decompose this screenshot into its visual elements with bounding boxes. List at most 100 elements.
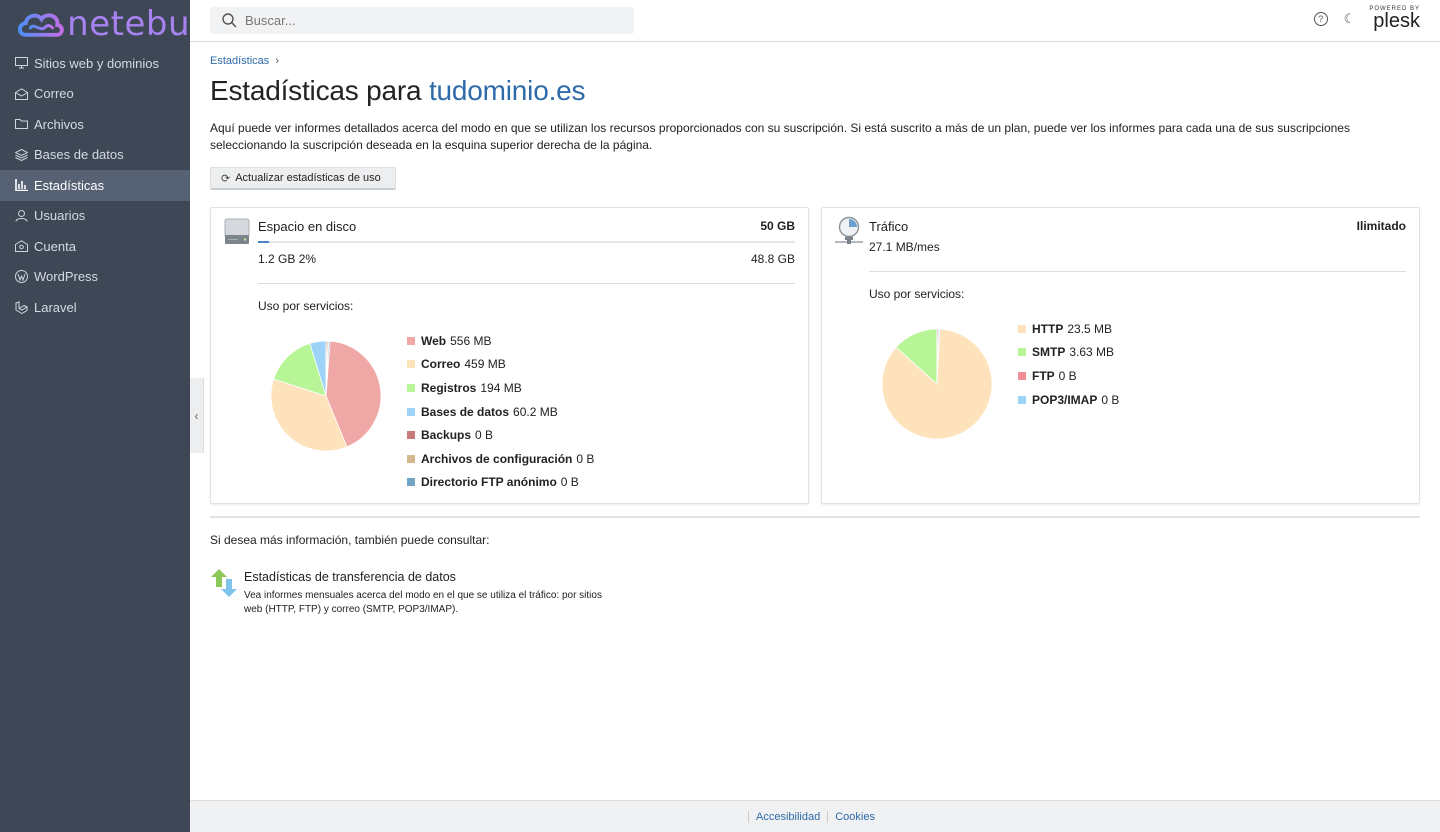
legend-swatch [407, 336, 415, 345]
chevron-left-icon: ‹ [194, 408, 199, 423]
logo[interactable]: netebu [0, 0, 190, 48]
legend-service-value: 194 MB [480, 380, 522, 395]
sidebar-item-label: Usuarios [34, 208, 86, 224]
traffic-usage-label: Uso por servicios: [869, 287, 965, 301]
legend-swatch [407, 407, 415, 416]
sidebar-item-label: Bases de datos [34, 147, 124, 163]
disk-free: 48.8 GB [750, 252, 795, 266]
traffic-usage-pie-chart [881, 328, 993, 440]
legend-service-value: 0 B [475, 428, 494, 443]
breadcrumb-link-statistics[interactable]: Estadísticas [210, 55, 269, 67]
legend-swatch [407, 454, 415, 463]
dark-mode-icon[interactable]: ☾ [1344, 11, 1356, 27]
footer: Accesibilidad Cookies [190, 800, 1440, 832]
refresh-stats-label: Actualizar estadísticas de uso [235, 172, 381, 184]
page-title-domain[interactable]: tudominio.es [429, 75, 586, 106]
divider [869, 271, 1406, 272]
breadcrumb: Estadísticas › [210, 55, 1420, 67]
sidebar-item-users[interactable]: Usuarios [0, 201, 190, 232]
legend-service-value: 3.63 MB [1069, 345, 1115, 360]
legend-swatch [407, 431, 415, 440]
disk-usage-bar-fill [258, 241, 269, 243]
legend-item: Registros 194 MB [407, 376, 594, 400]
sidebar-item-label: Estadísticas [34, 177, 105, 193]
traffic-used: 27.1 MB/mes [869, 240, 940, 254]
sidebar-item-label: WordPress [34, 269, 99, 285]
legend-service-value: 459 MB [464, 357, 506, 372]
monitor-icon [14, 56, 28, 70]
sidebar-nav: Sitios web y dominios Correo Archivos Ba… [0, 48, 190, 323]
data-transfer-stats-description: Vea informes mensuales acerca del modo e… [244, 590, 602, 615]
plesk-logo: POWERED BY plesk [1369, 6, 1420, 31]
legend-swatch [407, 478, 415, 487]
legend-item: Bases de datos 60.2 MB [407, 400, 594, 424]
search-box [210, 7, 634, 34]
traffic-limit: Ilimitado [1356, 219, 1406, 233]
sidebar-item-mail[interactable]: Correo [0, 79, 190, 110]
legend-swatch [1018, 348, 1026, 357]
traffic-panel: Tráfico Ilimitado 27.1 MB/mes Uso por se… [821, 207, 1420, 504]
legend-service-name: HTTP [1032, 321, 1064, 336]
legend-item: Correo 459 MB [407, 353, 594, 377]
legend-swatch [407, 360, 415, 369]
sidebar-item-databases[interactable]: Bases de datos [0, 140, 190, 171]
legend-item: FTP 0 B [1018, 364, 1119, 388]
sidebar-item-account[interactable]: Cuenta [0, 231, 190, 262]
page-description: Aquí puede ver informes detallados acerc… [210, 121, 1350, 152]
hard-drive-icon [224, 218, 250, 244]
help-icon[interactable]: ? [1313, 11, 1328, 26]
disk-total: 50 GB [760, 219, 795, 233]
wordpress-icon [14, 270, 28, 284]
section-divider [210, 516, 1420, 518]
divider [258, 283, 795, 284]
disk-usage-legend: Web 556 MB Correo 459 MB Registros 194 MB Base… [407, 329, 594, 494]
page-title-prefix: Estadísticas para [210, 75, 422, 106]
sidebar-item-wordpress[interactable]: WordPress [0, 262, 190, 293]
sidebar-item-statistics[interactable]: Estadísticas [0, 170, 190, 201]
legend-item: POP3/IMAP 0 B [1018, 388, 1119, 412]
sidebar-item-label: Cuenta [34, 238, 76, 254]
legend-item: Backups 0 B [407, 423, 594, 447]
folder-icon [14, 117, 28, 131]
legend-service-value: 0 B [560, 475, 579, 490]
top-icons: ? ☾ POWERED BY plesk [1313, 6, 1420, 31]
plesk-text: plesk [1373, 10, 1420, 32]
sidebar-item-websites[interactable]: Sitios web y dominios [0, 48, 190, 79]
sidebar: netebu Sitios web y dominios Correo Arch… [0, 0, 190, 832]
search-input[interactable] [245, 13, 625, 28]
legend-service-value: 0 B [1101, 392, 1120, 407]
disk-usage-label: Uso por servicios: [258, 299, 354, 313]
data-transfer-icon [211, 569, 237, 597]
legend-swatch [1018, 395, 1026, 404]
legend-swatch [1018, 324, 1026, 333]
traffic-title: Tráfico [869, 219, 909, 234]
cookies-link[interactable]: Cookies [827, 810, 882, 823]
main-content: Estadísticas › Estadísticas para tudomin… [210, 42, 1420, 615]
legend-service-name: SMTP [1032, 345, 1066, 360]
sidebar-item-laravel[interactable]: Laravel [0, 292, 190, 323]
legend-service-name: FTP [1032, 368, 1055, 383]
accessibility-link[interactable]: Accesibilidad [748, 810, 827, 823]
disk-title: Espacio en disco [258, 219, 357, 234]
legend-item: SMTP 3.63 MB [1018, 341, 1119, 365]
data-transfer-stats-link[interactable]: Estadísticas de transferencia de datos [244, 570, 456, 584]
sidebar-item-label: Correo [34, 86, 74, 102]
legend-item: Web 556 MB [407, 329, 594, 353]
legend-item: Directorio FTP anónimo 0 B [407, 471, 594, 495]
legend-service-name: Web [421, 333, 447, 348]
legend-service-value: 23.5 MB [1067, 321, 1113, 336]
logo-text: netebu [67, 4, 190, 44]
legend-swatch [407, 383, 415, 392]
disk-space-panel: Espacio en disco 50 GB 1.2 GB 2% 48.8 GB… [210, 207, 809, 504]
legend-service-value: 60.2 MB [513, 404, 558, 419]
sidebar-item-files[interactable]: Archivos [0, 109, 190, 140]
sidebar-item-label: Sitios web y dominios [34, 55, 159, 71]
sidebar-collapse-button[interactable]: ‹ [190, 378, 204, 453]
sidebar-item-label: Archivos [34, 116, 84, 132]
legend-service-name: Registros [421, 380, 477, 395]
sidebar-item-label: Laravel [34, 299, 77, 315]
cloud-logo-icon [17, 13, 64, 37]
chevron-right-icon: › [275, 55, 279, 67]
database-icon [14, 148, 28, 162]
refresh-stats-button[interactable]: ⟳ Actualizar estadísticas de uso [210, 167, 396, 190]
